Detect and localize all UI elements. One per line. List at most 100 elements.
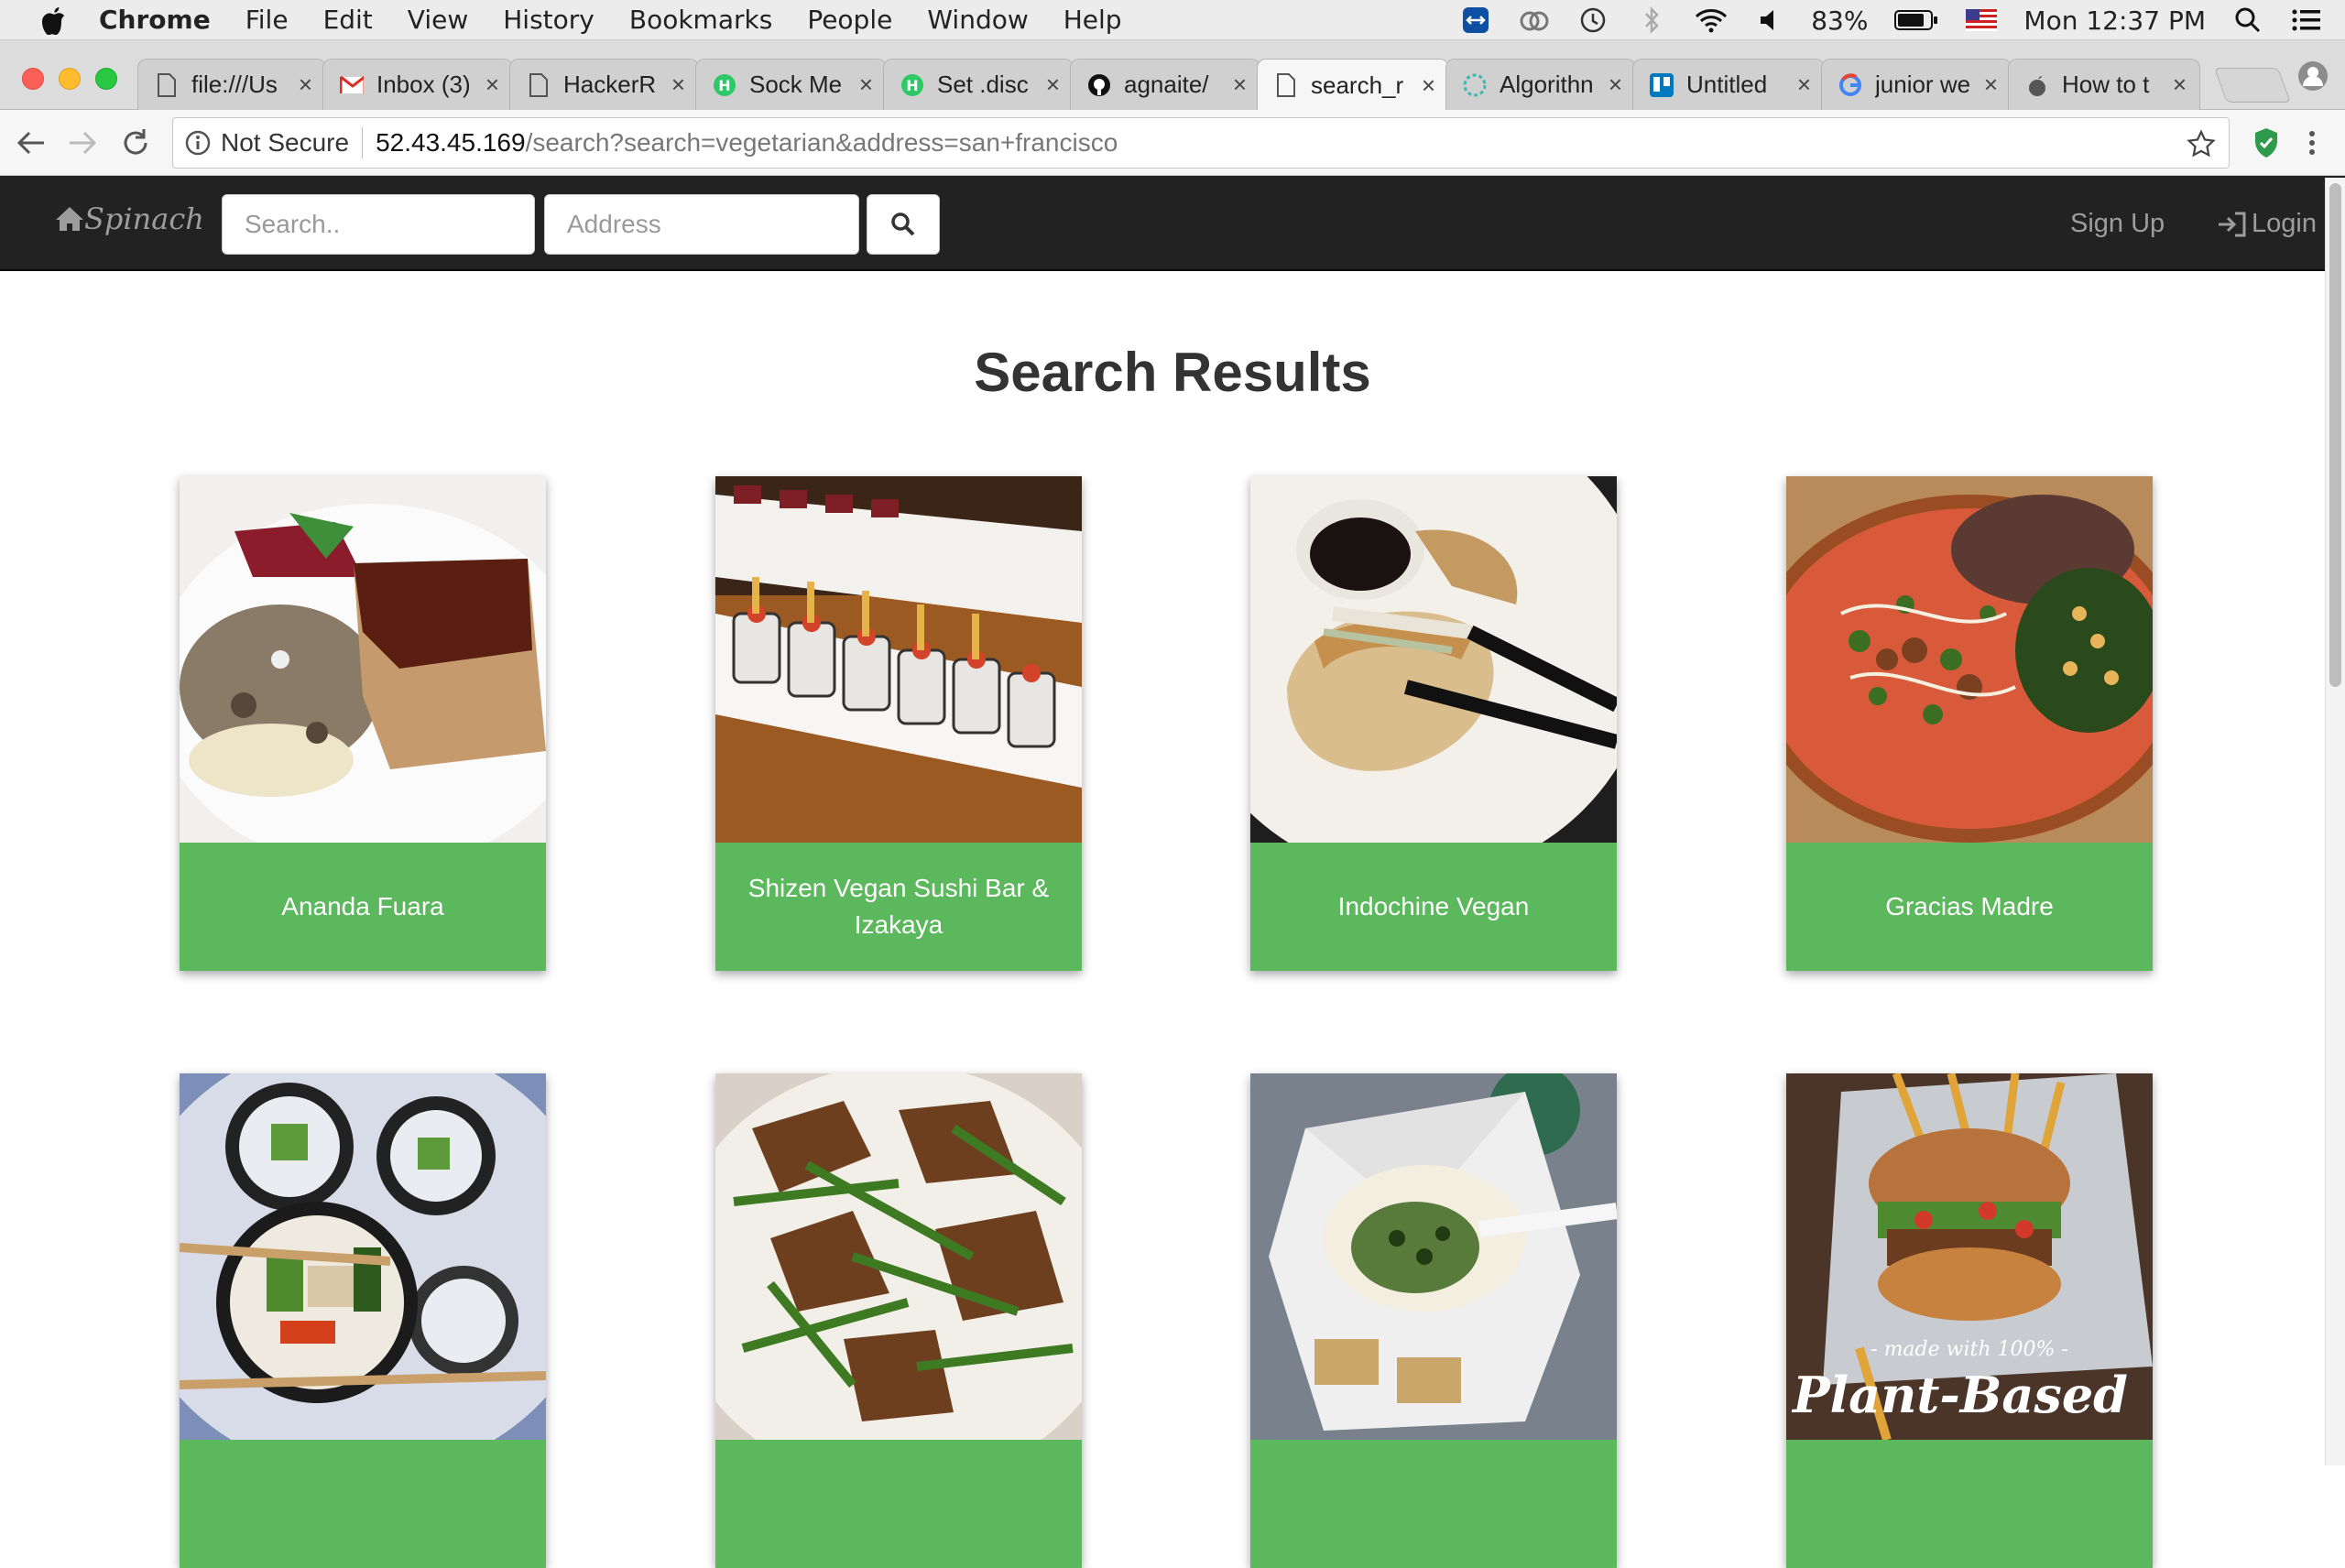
tab-close-icon[interactable]: ×: [671, 71, 685, 99]
tab-title: file:///Us: [191, 71, 278, 98]
tab-title: Untitled: [1686, 71, 1768, 98]
browser-tab[interactable]: junior we ×: [1821, 59, 2012, 110]
tab-close-icon[interactable]: ×: [1233, 71, 1247, 99]
menubar-clock[interactable]: Mon 12:37 PM: [2023, 5, 2206, 36]
bluetooth-icon[interactable]: [1635, 4, 1668, 37]
restaurant-name[interactable]: [715, 1440, 1082, 1568]
login-link[interactable]: Login: [2217, 209, 2317, 239]
window-minimize-button[interactable]: [59, 68, 81, 90]
browser-tab[interactable]: Inbox (3) ×: [322, 59, 513, 110]
restaurant-name[interactable]: [1250, 1440, 1617, 1568]
restaurant-name[interactable]: [1786, 1440, 2153, 1568]
address-input[interactable]: [544, 194, 859, 255]
restaurant-card[interactable]: Ananda Fuara: [180, 476, 546, 971]
svg-text:H: H: [906, 77, 918, 94]
tab-close-icon[interactable]: ×: [1046, 71, 1060, 99]
site-info-button[interactable]: Not Secure: [173, 128, 349, 158]
creative-cloud-icon[interactable]: [1518, 4, 1551, 37]
login-icon: [2219, 212, 2246, 236]
notification-center-icon[interactable]: [2290, 4, 2323, 37]
restaurant-card[interactable]: Indochine Vegan: [1250, 476, 1617, 971]
browser-tab[interactable]: file:///Us ×: [137, 59, 326, 110]
menu-file[interactable]: File: [245, 5, 289, 35]
restaurant-photo[interactable]: [180, 476, 546, 843]
restaurant-card[interactable]: [180, 1073, 546, 1568]
brand-logo[interactable]: Spinach: [55, 201, 204, 236]
tab-close-icon[interactable]: ×: [1984, 71, 1998, 99]
extension-shield-icon[interactable]: [2252, 126, 2281, 164]
menu-help[interactable]: Help: [1063, 5, 1122, 35]
tab-close-icon[interactable]: ×: [485, 71, 499, 99]
restaurant-name[interactable]: Gracias Madre: [1786, 843, 2153, 971]
search-button[interactable]: [867, 194, 940, 255]
menu-app-name[interactable]: Chrome: [99, 5, 211, 35]
restaurant-card[interactable]: - made with 100% - Plant-Based: [1786, 1073, 2153, 1568]
menu-view[interactable]: View: [408, 5, 468, 35]
teamviewer-icon[interactable]: [1459, 4, 1492, 37]
battery-icon[interactable]: [1893, 4, 1939, 37]
tab-title: Set .disc: [937, 71, 1029, 98]
browser-tab[interactable]: search_r ×: [1257, 59, 1449, 111]
tab-close-icon[interactable]: ×: [1797, 71, 1811, 99]
new-tab-button[interactable]: [2214, 68, 2291, 103]
browser-tab[interactable]: Untitled ×: [1632, 59, 1825, 110]
menu-window[interactable]: Window: [927, 5, 1028, 35]
algorithm-icon: [1463, 73, 1487, 97]
tab-title: How to t: [2062, 71, 2150, 98]
reload-button[interactable]: [119, 126, 152, 164]
volume-icon[interactable]: [1752, 4, 1785, 37]
restaurant-name[interactable]: Indochine Vegan: [1250, 843, 1617, 971]
tab-close-icon[interactable]: ×: [1609, 71, 1622, 99]
us-flag-icon[interactable]: [1965, 4, 1998, 37]
apple-menu-icon[interactable]: [35, 5, 71, 35]
forward-button[interactable]: [66, 126, 99, 164]
browser-tab[interactable]: How to t ×: [2008, 59, 2200, 110]
restaurant-photo[interactable]: [715, 476, 1082, 843]
wifi-icon[interactable]: [1694, 4, 1728, 37]
menu-history[interactable]: History: [503, 5, 594, 35]
chrome-menu-icon[interactable]: [2303, 128, 2321, 162]
tab-title: Algorithn: [1500, 71, 1594, 98]
tab-title: Inbox (3): [376, 71, 471, 98]
restaurant-card[interactable]: [715, 1073, 1082, 1568]
bookmark-star-icon[interactable]: [2187, 129, 2216, 165]
url-text[interactable]: 52.43.45.169/search?search=vegetarian&ad…: [376, 128, 1118, 158]
restaurant-photo[interactable]: - made with 100% - Plant-Based: [1786, 1073, 2153, 1440]
restaurant-photo[interactable]: [715, 1073, 1082, 1440]
restaurant-name[interactable]: Ananda Fuara: [180, 843, 546, 971]
tab-close-icon[interactable]: ×: [2173, 71, 2187, 99]
time-machine-icon[interactable]: [1576, 4, 1609, 37]
spotlight-search-icon[interactable]: [2231, 4, 2264, 37]
browser-tab[interactable]: agnaite/ ×: [1070, 59, 1260, 110]
back-button[interactable]: [15, 126, 48, 164]
tab-close-icon[interactable]: ×: [859, 71, 873, 99]
browser-tab[interactable]: H Sock Me ×: [695, 59, 887, 110]
menu-bookmarks[interactable]: Bookmarks: [629, 5, 772, 35]
window-close-button[interactable]: [22, 68, 44, 90]
restaurant-name[interactable]: [180, 1440, 546, 1568]
apple-icon: [2025, 73, 2049, 97]
address-bar[interactable]: Not Secure 52.43.45.169/search?search=ve…: [172, 117, 2230, 169]
tab-close-icon[interactable]: ×: [1422, 71, 1435, 100]
restaurant-card[interactable]: Gracias Madre: [1786, 476, 2153, 971]
tab-close-icon[interactable]: ×: [299, 71, 312, 99]
window-zoom-button[interactable]: [95, 68, 117, 90]
menu-edit[interactable]: Edit: [323, 5, 373, 35]
search-input[interactable]: [222, 194, 535, 255]
browser-tab[interactable]: Algorithn ×: [1445, 59, 1636, 110]
restaurant-card[interactable]: [1250, 1073, 1617, 1568]
browser-tab[interactable]: HackerR ×: [509, 59, 699, 110]
browser-tab-strip: file:///Us × Inbox (3) × HackerR × H Sock Me × H S…: [0, 40, 2345, 111]
menu-people[interactable]: People: [807, 5, 892, 35]
page-scrollbar[interactable]: [2325, 178, 2345, 1465]
profile-avatar-icon[interactable]: [2297, 60, 2329, 96]
restaurant-photo[interactable]: [180, 1073, 546, 1440]
restaurant-photo[interactable]: [1250, 1073, 1617, 1440]
restaurant-card[interactable]: Shizen Vegan Sushi Bar & Izakaya: [715, 476, 1082, 971]
restaurant-photo[interactable]: [1786, 476, 2153, 843]
browser-tab[interactable]: H Set .disc ×: [883, 59, 1074, 110]
restaurant-photo[interactable]: [1250, 476, 1617, 843]
signup-link[interactable]: Sign Up: [2070, 209, 2165, 239]
scrollbar-thumb[interactable]: [2329, 183, 2341, 687]
restaurant-name[interactable]: Shizen Vegan Sushi Bar & Izakaya: [715, 843, 1082, 971]
